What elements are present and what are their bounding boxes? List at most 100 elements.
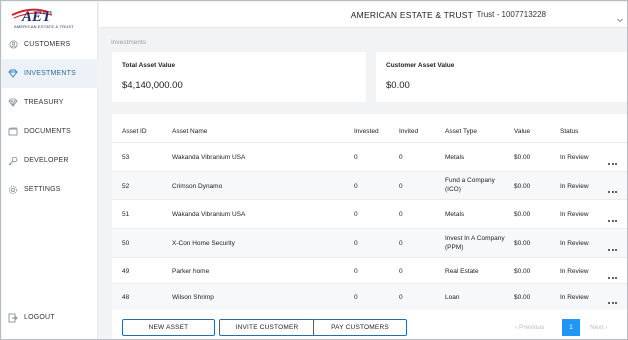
asset-type-line: (PPM) <box>445 244 464 251</box>
column-header-invested[interactable]: Invested <box>354 128 379 135</box>
asset-value: $0.00 <box>514 183 531 190</box>
column-header-invited[interactable]: Invited <box>399 128 418 135</box>
logout-label: LOGOUT <box>24 314 55 321</box>
chevron-down-icon[interactable] <box>616 11 624 23</box>
pagination-previous[interactable]: ‹ Previous <box>515 324 544 331</box>
sidebar-item-settings[interactable]: SETTINGS <box>2 175 98 204</box>
asset-value: $0.00 <box>514 211 531 218</box>
logout-button[interactable]: LOGOUT <box>2 303 98 332</box>
total-asset-card: Total Asset Value $4,140,000.00 <box>112 52 366 102</box>
asset-type: Metals <box>445 154 465 161</box>
sidebar-item-label: DEVELOPER <box>24 157 69 164</box>
new-asset-button[interactable]: NEW ASSET <box>122 319 215 336</box>
more-actions-icon[interactable] <box>608 291 620 304</box>
sidebar-nav: CUSTOMERS INVESTMENTS TREASURY DOCUMENTS <box>2 30 98 204</box>
asset-status: In Review <box>560 154 589 161</box>
column-header-asset-type[interactable]: Asset Type <box>445 128 477 135</box>
aet-logo-graphic: AET <box>11 8 53 24</box>
diamond-icon <box>8 69 18 79</box>
svg-text:AET: AET <box>21 9 52 24</box>
company-logo[interactable]: AET AMERICAN ESTATE & TRUST <box>8 6 74 29</box>
more-actions-icon[interactable] <box>608 266 620 279</box>
asset-id: 53 <box>122 154 130 161</box>
invested-count: 0 <box>354 211 358 218</box>
sidebar-item-treasury[interactable]: TREASURY <box>2 88 98 117</box>
gear-icon <box>8 185 18 195</box>
asset-type: Metals <box>445 211 465 218</box>
invited-count: 0 <box>399 268 403 275</box>
asset-type-line: Fund a Company <box>445 177 495 184</box>
asset-value: $0.00 <box>514 154 531 161</box>
invite-customer-button[interactable]: INVITE CUSTOMER <box>219 319 315 336</box>
pagination-next-label: Next <box>590 324 604 331</box>
table-row[interactable]: 50 X-Con Home Security 0 0 Invest In A C… <box>112 228 627 257</box>
asset-type: Loan <box>445 294 460 301</box>
asset-value: $0.00 <box>514 240 531 247</box>
more-actions-icon[interactable] <box>608 238 620 251</box>
asset-type: Invest In A Company (PPM) <box>445 234 505 252</box>
more-actions-icon[interactable] <box>608 209 620 222</box>
asset-value: $0.00 <box>514 268 531 275</box>
asset-id: 51 <box>122 211 130 218</box>
invested-count: 0 <box>354 183 358 190</box>
invited-count: 0 <box>399 183 403 190</box>
asset-status: In Review <box>560 211 589 218</box>
key-icon <box>8 156 18 166</box>
sidebar-item-label: TREASURY <box>24 99 64 106</box>
table-row[interactable]: 52 Crimson Dynamo 0 0 Fund a Company (IC… <box>112 171 627 199</box>
pagination-next[interactable]: Next › <box>590 324 607 331</box>
table-row[interactable]: 51 Wakanda Vibranium USA 0 0 Metals $0.0… <box>112 199 627 228</box>
asset-name: Wakanda Vibranium USA <box>172 154 246 161</box>
asset-name: Wilson Shrimp <box>172 294 214 301</box>
documents-icon <box>8 127 18 137</box>
more-actions-icon[interactable] <box>608 152 620 165</box>
column-header-value[interactable]: Value <box>514 128 530 135</box>
invested-count: 0 <box>354 294 358 301</box>
pagination-current-page[interactable]: 1 <box>562 319 580 336</box>
sidebar-item-label: INVESTMENTS <box>24 70 76 77</box>
top-bar: AMERICAN ESTATE & TRUST Trust - 10077132… <box>99 2 627 28</box>
customer-asset-value: $0.00 <box>386 80 410 91</box>
column-header-asset-id[interactable]: Asset ID <box>122 128 147 135</box>
asset-status: In Review <box>560 240 589 247</box>
column-header-asset-name[interactable]: Asset Name <box>172 128 207 135</box>
asset-type: Real Estate <box>445 268 479 275</box>
invited-count: 0 <box>399 154 403 161</box>
asset-name: X-Con Home Security <box>172 240 235 247</box>
asset-status: In Review <box>560 268 589 275</box>
asset-name: Wakanda Vibranium USA <box>172 211 246 218</box>
invited-count: 0 <box>399 211 403 218</box>
customers-icon <box>8 40 18 50</box>
trust-selector[interactable]: Trust - 1007713228 <box>476 10 546 19</box>
table-row[interactable]: 49 Parker home 0 0 Real Estate $0.00 In … <box>112 257 627 283</box>
asset-name: Crimson Dynamo <box>172 183 223 190</box>
invested-count: 0 <box>354 240 358 247</box>
asset-id: 52 <box>122 183 130 190</box>
sidebar-item-customers[interactable]: CUSTOMERS <box>2 30 98 59</box>
sidebar-item-investments[interactable]: INVESTMENTS <box>2 59 98 88</box>
breadcrumb[interactable]: Investments <box>111 39 146 46</box>
more-actions-icon[interactable] <box>608 180 620 193</box>
pay-customers-button[interactable]: PAY CUSTOMERS <box>313 319 407 336</box>
logout-icon <box>8 313 18 323</box>
asset-status: In Review <box>560 294 589 301</box>
company-name: AMERICAN ESTATE & TRUST <box>350 10 473 20</box>
sidebar-item-documents[interactable]: DOCUMENTS <box>2 117 98 146</box>
asset-id: 50 <box>122 240 130 247</box>
invited-count: 0 <box>399 240 403 247</box>
column-header-status[interactable]: Status <box>560 128 578 135</box>
treasury-icon <box>8 98 18 108</box>
sidebar-item-developer[interactable]: DEVELOPER <box>2 146 98 175</box>
sidebar-item-label: SETTINGS <box>24 186 61 193</box>
asset-type-line: Invest In A Company <box>445 235 505 242</box>
table-row[interactable]: 48 Wilson Shrimp 0 0 Loan $0.00 In Revie… <box>112 283 627 310</box>
asset-type: Fund a Company (ICO) <box>445 176 495 194</box>
customer-asset-card: Customer Asset Value $0.00 <box>376 52 627 102</box>
invested-count: 0 <box>354 268 358 275</box>
invited-count: 0 <box>399 294 403 301</box>
app-window: AET AMERICAN ESTATE & TRUST CUSTOMERS IN… <box>0 0 628 340</box>
asset-id: 48 <box>122 294 130 301</box>
table-row[interactable]: 53 Wakanda Vibranium USA 0 0 Metals $0.0… <box>112 142 627 171</box>
asset-id: 49 <box>122 268 130 275</box>
asset-type-line: (ICO) <box>445 186 461 193</box>
